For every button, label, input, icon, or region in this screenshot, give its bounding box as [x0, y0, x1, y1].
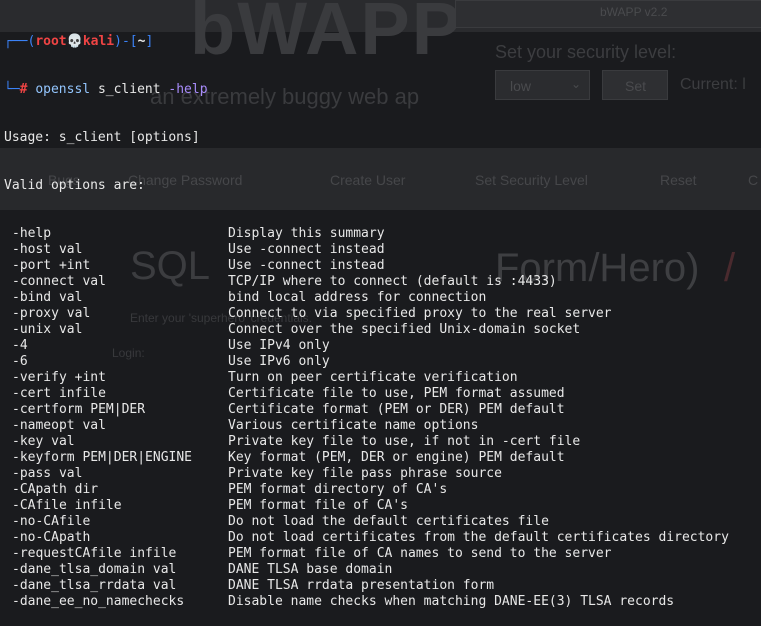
prompt-frame-bottom: └─: [4, 82, 20, 97]
option-row: -bind val bind local address for connecti…: [4, 290, 761, 306]
option-description: Use IPv6 only: [228, 354, 330, 369]
prompt-frame-top: ┌──(: [4, 34, 36, 49]
option-description: DANE TLSA rrdata presentation form: [228, 578, 495, 593]
option-flag: -requestCAfile infile: [12, 546, 177, 561]
option-flag: -no-CApath: [12, 530, 91, 545]
prompt-hash: #: [19, 82, 28, 97]
option-flag: -port +int: [12, 258, 91, 273]
option-flag: -unix val: [12, 322, 83, 337]
option-description: PEM format directory of CA's: [228, 482, 448, 497]
option-flag: -verify +int: [12, 370, 106, 385]
option-description: Connect to via specified proxy to the re…: [228, 306, 612, 321]
option-flag: -certform PEM|DER: [12, 402, 146, 417]
option-flag: -help: [12, 226, 52, 241]
prompt-user: root: [35, 34, 67, 49]
prompt-frame-end: ]: [145, 34, 154, 49]
option-flag: -no-CAfile: [12, 514, 91, 529]
option-row: -connect val TCP/IP where to connect (def…: [4, 274, 761, 290]
option-row: -no-CAfile Do not load the default certif…: [4, 514, 761, 530]
option-description: Various certificate name options: [228, 418, 479, 433]
option-flag: -cert infile: [12, 386, 106, 401]
option-description: Certificate format (PEM or DER) PEM defa…: [228, 402, 565, 417]
option-flag: -CApath dir: [12, 482, 99, 497]
option-row: -host val Use -connect instead: [4, 242, 761, 258]
option-row: -6 Use IPv6 only: [4, 354, 761, 370]
option-row: -proxy val Connect to via specified proxy…: [4, 306, 761, 322]
skull-icon: 💀: [66, 34, 83, 49]
terminal-window[interactable]: ┌──(root💀kali)-[~] └─# openssl s_client …: [0, 0, 761, 609]
option-row: -pass val Private key file pass phrase so…: [4, 466, 761, 482]
option-flag: -pass val: [12, 466, 83, 481]
option-description: Private key file pass phrase source: [228, 466, 502, 481]
prompt-host: kali: [82, 34, 115, 49]
option-description: Connect over the specified Unix-domain s…: [228, 322, 581, 337]
option-description: Key format (PEM, DER or engine) PEM defa…: [228, 450, 565, 465]
option-flag: -bind val: [12, 290, 83, 305]
option-row: -verify +int Turn on peer certificate ver…: [4, 370, 761, 386]
option-row: -help Display this summary: [4, 226, 761, 242]
command-flag: -help: [168, 82, 208, 97]
option-flag: -nameopt val: [12, 418, 106, 433]
option-description: PEM format file of CA's: [228, 498, 409, 513]
option-row: -unix val Connect over the specified Unix…: [4, 322, 761, 338]
option-description: Use IPv4 only: [228, 338, 330, 353]
option-row: -CAfile infile PEM format file of CA's: [4, 498, 761, 514]
option-row: -keyform PEM|DER|ENGINE Key format (PEM, …: [4, 450, 761, 466]
option-description: PEM format file of CA names to send to t…: [228, 546, 612, 561]
option-flag: -dane_tlsa_domain val: [12, 562, 177, 577]
option-description: Do not load certificates from the defaul…: [228, 530, 729, 545]
valid-options-line: Valid options are:: [4, 178, 145, 193]
option-description: bind local address for connection: [228, 290, 487, 305]
option-row: -port +int Use -connect instead: [4, 258, 761, 274]
option-flag: -6: [12, 354, 28, 369]
option-description: Disable name checks when matching DANE-E…: [228, 594, 675, 609]
prompt-frame-mid: )-[: [114, 34, 138, 49]
option-description: DANE TLSA base domain: [228, 562, 393, 577]
option-flag: -4: [12, 338, 28, 353]
option-flag: -keyform PEM|DER|ENGINE: [12, 450, 193, 465]
option-description: Use -connect instead: [228, 242, 385, 257]
usage-line: Usage: s_client [options]: [4, 130, 200, 145]
option-description: Turn on peer certificate verification: [228, 370, 518, 385]
option-description: TCP/IP where to connect (default is :443…: [228, 274, 557, 289]
option-flag: -CAfile infile: [12, 498, 122, 513]
option-row: -requestCAfile infile PEM format file of …: [4, 546, 761, 562]
option-flag: -connect val: [12, 274, 106, 289]
options-list: -help Display this summary -host val Use -c…: [4, 226, 761, 610]
option-description: Display this summary: [228, 226, 385, 241]
prompt-line-top: ┌──(root💀kali)-[~]: [4, 34, 761, 50]
option-description: Use -connect instead: [228, 258, 385, 273]
option-row: -certform PEM|DER Certificate format (PEM…: [4, 402, 761, 418]
option-row: -cert infile Certificate file to use, PEM…: [4, 386, 761, 402]
option-row: -CApath dir PEM format directory of CA's: [4, 482, 761, 498]
prompt-line-command: └─# openssl s_client -help: [4, 82, 761, 98]
option-description: Certificate file to use, PEM format assu…: [228, 386, 565, 401]
command-name: openssl: [35, 82, 91, 97]
option-row: -dane_ee_no_namechecks Disable name check…: [4, 594, 761, 610]
option-flag: -dane_tlsa_rrdata val: [12, 578, 177, 593]
option-row: -key val Private key file to use, if not …: [4, 434, 761, 450]
option-description: Do not load the default certificates fil…: [228, 514, 549, 529]
command-arg: s_client: [97, 82, 161, 97]
option-row: -4 Use IPv4 only: [4, 338, 761, 354]
option-flag: -key val: [12, 434, 75, 449]
option-flag: -proxy val: [12, 306, 91, 321]
option-row: -nameopt val Various certificate name opt…: [4, 418, 761, 434]
option-flag: -dane_ee_no_namechecks: [12, 594, 185, 609]
option-row: -dane_tlsa_rrdata val DANE TLSA rrdata pr…: [4, 578, 761, 594]
option-row: -dane_tlsa_domain val DANE TLSA base doma…: [4, 562, 761, 578]
option-row: -no-CApath Do not load certificates from …: [4, 530, 761, 546]
option-flag: -host val: [12, 242, 83, 257]
option-description: Private key file to use, if not in -cert…: [228, 434, 581, 449]
